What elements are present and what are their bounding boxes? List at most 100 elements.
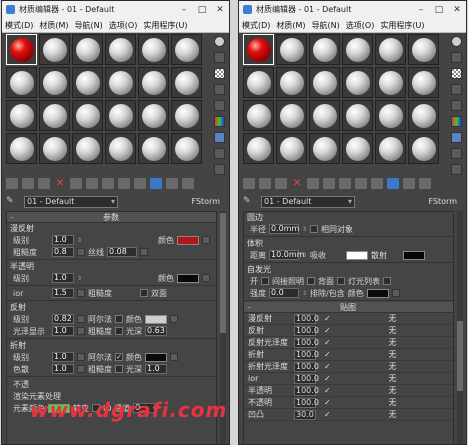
sample-uv-icon[interactable] [450, 84, 462, 95]
chevron-down-icon[interactable]: ▾ [348, 197, 354, 207]
sample-uv-icon[interactable] [213, 84, 225, 95]
backlight-icon[interactable] [213, 52, 225, 63]
options-icon[interactable] [213, 132, 225, 143]
go-to-parent-icon[interactable] [403, 178, 415, 189]
sample-slot[interactable] [72, 100, 103, 131]
sample-type-icon[interactable] [450, 36, 462, 47]
sample-slot[interactable] [408, 100, 439, 131]
sample-slot[interactable] [39, 34, 70, 65]
menu-options[interactable]: 选项(O) [106, 20, 141, 31]
sample-slot[interactable] [375, 67, 406, 98]
sample-slot[interactable] [375, 100, 406, 131]
show-end-result-icon[interactable] [150, 178, 162, 189]
reflection-gloss-spinner[interactable]: 1.0 [52, 326, 74, 336]
map-enabled-checkbox[interactable]: ✓ [324, 362, 332, 371]
map-amount-spinner[interactable]: 100.0 [294, 361, 319, 372]
menu-material[interactable]: 材质(M) [273, 20, 308, 31]
sample-slot[interactable] [309, 100, 340, 131]
map-enabled-checkbox[interactable]: ✓ [324, 350, 332, 359]
intensity-spinner[interactable]: 0.0 [269, 288, 299, 298]
map-amount-spinner[interactable]: 100.0 [294, 313, 319, 324]
sample-slot[interactable] [171, 100, 202, 131]
exclude-include-label[interactable]: 排除/包含 [310, 288, 345, 299]
emission-color-swatch[interactable] [366, 288, 389, 298]
rollout-maps[interactable]: – 贴图 [244, 302, 453, 313]
sample-slot[interactable] [408, 67, 439, 98]
spinner-arrows-icon[interactable]: ⇕ [77, 237, 82, 244]
map-enabled-checkbox[interactable]: ✓ [324, 374, 332, 383]
material-name-field[interactable]: 01 - Default ▾ [261, 195, 355, 208]
put-to-scene-icon[interactable] [259, 178, 271, 189]
material-id-icon[interactable] [118, 178, 130, 189]
reflection-depth-checkbox[interactable] [115, 327, 123, 335]
material-map-navigator-icon[interactable] [450, 164, 462, 175]
make-unique-icon[interactable] [323, 178, 335, 189]
map-enabled-checkbox[interactable]: ✓ [324, 398, 332, 407]
menu-navigation[interactable]: 导航(N) [72, 20, 106, 31]
translucency-map-button[interactable] [202, 274, 210, 282]
sample-slot[interactable] [243, 100, 274, 131]
sample-slot[interactable] [39, 100, 70, 131]
sample-slot[interactable] [342, 67, 373, 98]
radius-spinner[interactable]: 0.0mm [269, 224, 299, 234]
material-type-button[interactable]: FStorm [122, 197, 226, 206]
reflection-color-swatch[interactable] [145, 314, 167, 324]
roughness-map-button[interactable] [77, 248, 85, 256]
map-enabled-checkbox[interactable]: ✓ [324, 410, 332, 419]
sample-slot[interactable] [408, 34, 439, 65]
sample-slot[interactable] [138, 133, 169, 164]
map-slot-button[interactable]: 无 [332, 325, 453, 336]
make-preview-icon[interactable] [450, 116, 462, 127]
refraction-level-spinner[interactable]: 1.0 [52, 352, 74, 362]
sample-slot[interactable] [243, 34, 274, 65]
sample-slot[interactable] [6, 67, 37, 98]
sample-slot[interactable] [276, 100, 307, 131]
sample-slot[interactable] [342, 100, 373, 131]
sample-slot[interactable] [276, 34, 307, 65]
sample-slot[interactable] [375, 133, 406, 164]
map-enabled-checkbox[interactable]: ✓ [324, 326, 332, 335]
scatter-color-swatch[interactable] [403, 250, 425, 260]
reflection-color-checkbox[interactable] [115, 315, 123, 323]
sample-slot[interactable] [171, 133, 202, 164]
video-color-check-icon[interactable] [450, 100, 462, 111]
reset-map-icon[interactable]: ✕ [54, 178, 66, 189]
map-amount-spinner[interactable]: 100.0 [294, 325, 319, 336]
menu-mode[interactable]: 模式(D) [2, 20, 36, 31]
maximize-icon[interactable]: □ [430, 5, 448, 15]
spinner-arrows-icon[interactable]: ⇕ [302, 252, 307, 259]
sample-slot[interactable] [171, 67, 202, 98]
video-color-check-icon[interactable] [213, 100, 225, 111]
ior-map-button[interactable] [77, 289, 85, 297]
indirect-checkbox[interactable] [307, 277, 315, 285]
close-icon[interactable]: ✕ [448, 5, 466, 15]
diffuse-level-spinner[interactable]: 1.0 [52, 235, 74, 245]
sample-slot[interactable] [276, 133, 307, 164]
sample-slot[interactable] [342, 34, 373, 65]
reset-map-icon[interactable]: ✕ [291, 178, 303, 189]
reflection-level-spinner[interactable]: 0.82 [52, 314, 74, 324]
menu-utilities[interactable]: 实用程序(U) [377, 20, 427, 31]
sample-slot[interactable] [72, 133, 103, 164]
eyedropper-icon[interactable]: ✎ [243, 196, 257, 207]
scrollbar-thumb[interactable] [457, 321, 463, 391]
get-material-icon[interactable] [6, 178, 18, 189]
chevron-down-icon[interactable]: ▾ [111, 197, 117, 207]
sample-slot[interactable] [105, 133, 136, 164]
translucency-level-spinner[interactable]: 1.0 [52, 273, 74, 283]
maximize-icon[interactable]: □ [193, 5, 211, 15]
absorb-color-swatch[interactable] [346, 250, 368, 260]
same-object-checkbox[interactable] [310, 225, 318, 233]
make-preview-icon[interactable] [213, 116, 225, 127]
sample-slot[interactable] [171, 34, 202, 65]
menu-mode[interactable]: 模式(D) [239, 20, 273, 31]
map-slot-button[interactable]: 无 [332, 373, 453, 384]
eyedropper-icon[interactable]: ✎ [6, 196, 20, 207]
map-slot-button[interactable]: 无 [332, 337, 453, 348]
map-enabled-checkbox[interactable]: ✓ [324, 338, 332, 347]
ior-spinner[interactable]: 1.5 [52, 288, 74, 298]
diffuse-roughness-spinner[interactable]: 0.8 [52, 247, 74, 257]
translucency-color-swatch[interactable] [177, 273, 199, 283]
go-forward-sibling-icon[interactable] [182, 178, 194, 189]
show-map-icon[interactable] [134, 178, 146, 189]
